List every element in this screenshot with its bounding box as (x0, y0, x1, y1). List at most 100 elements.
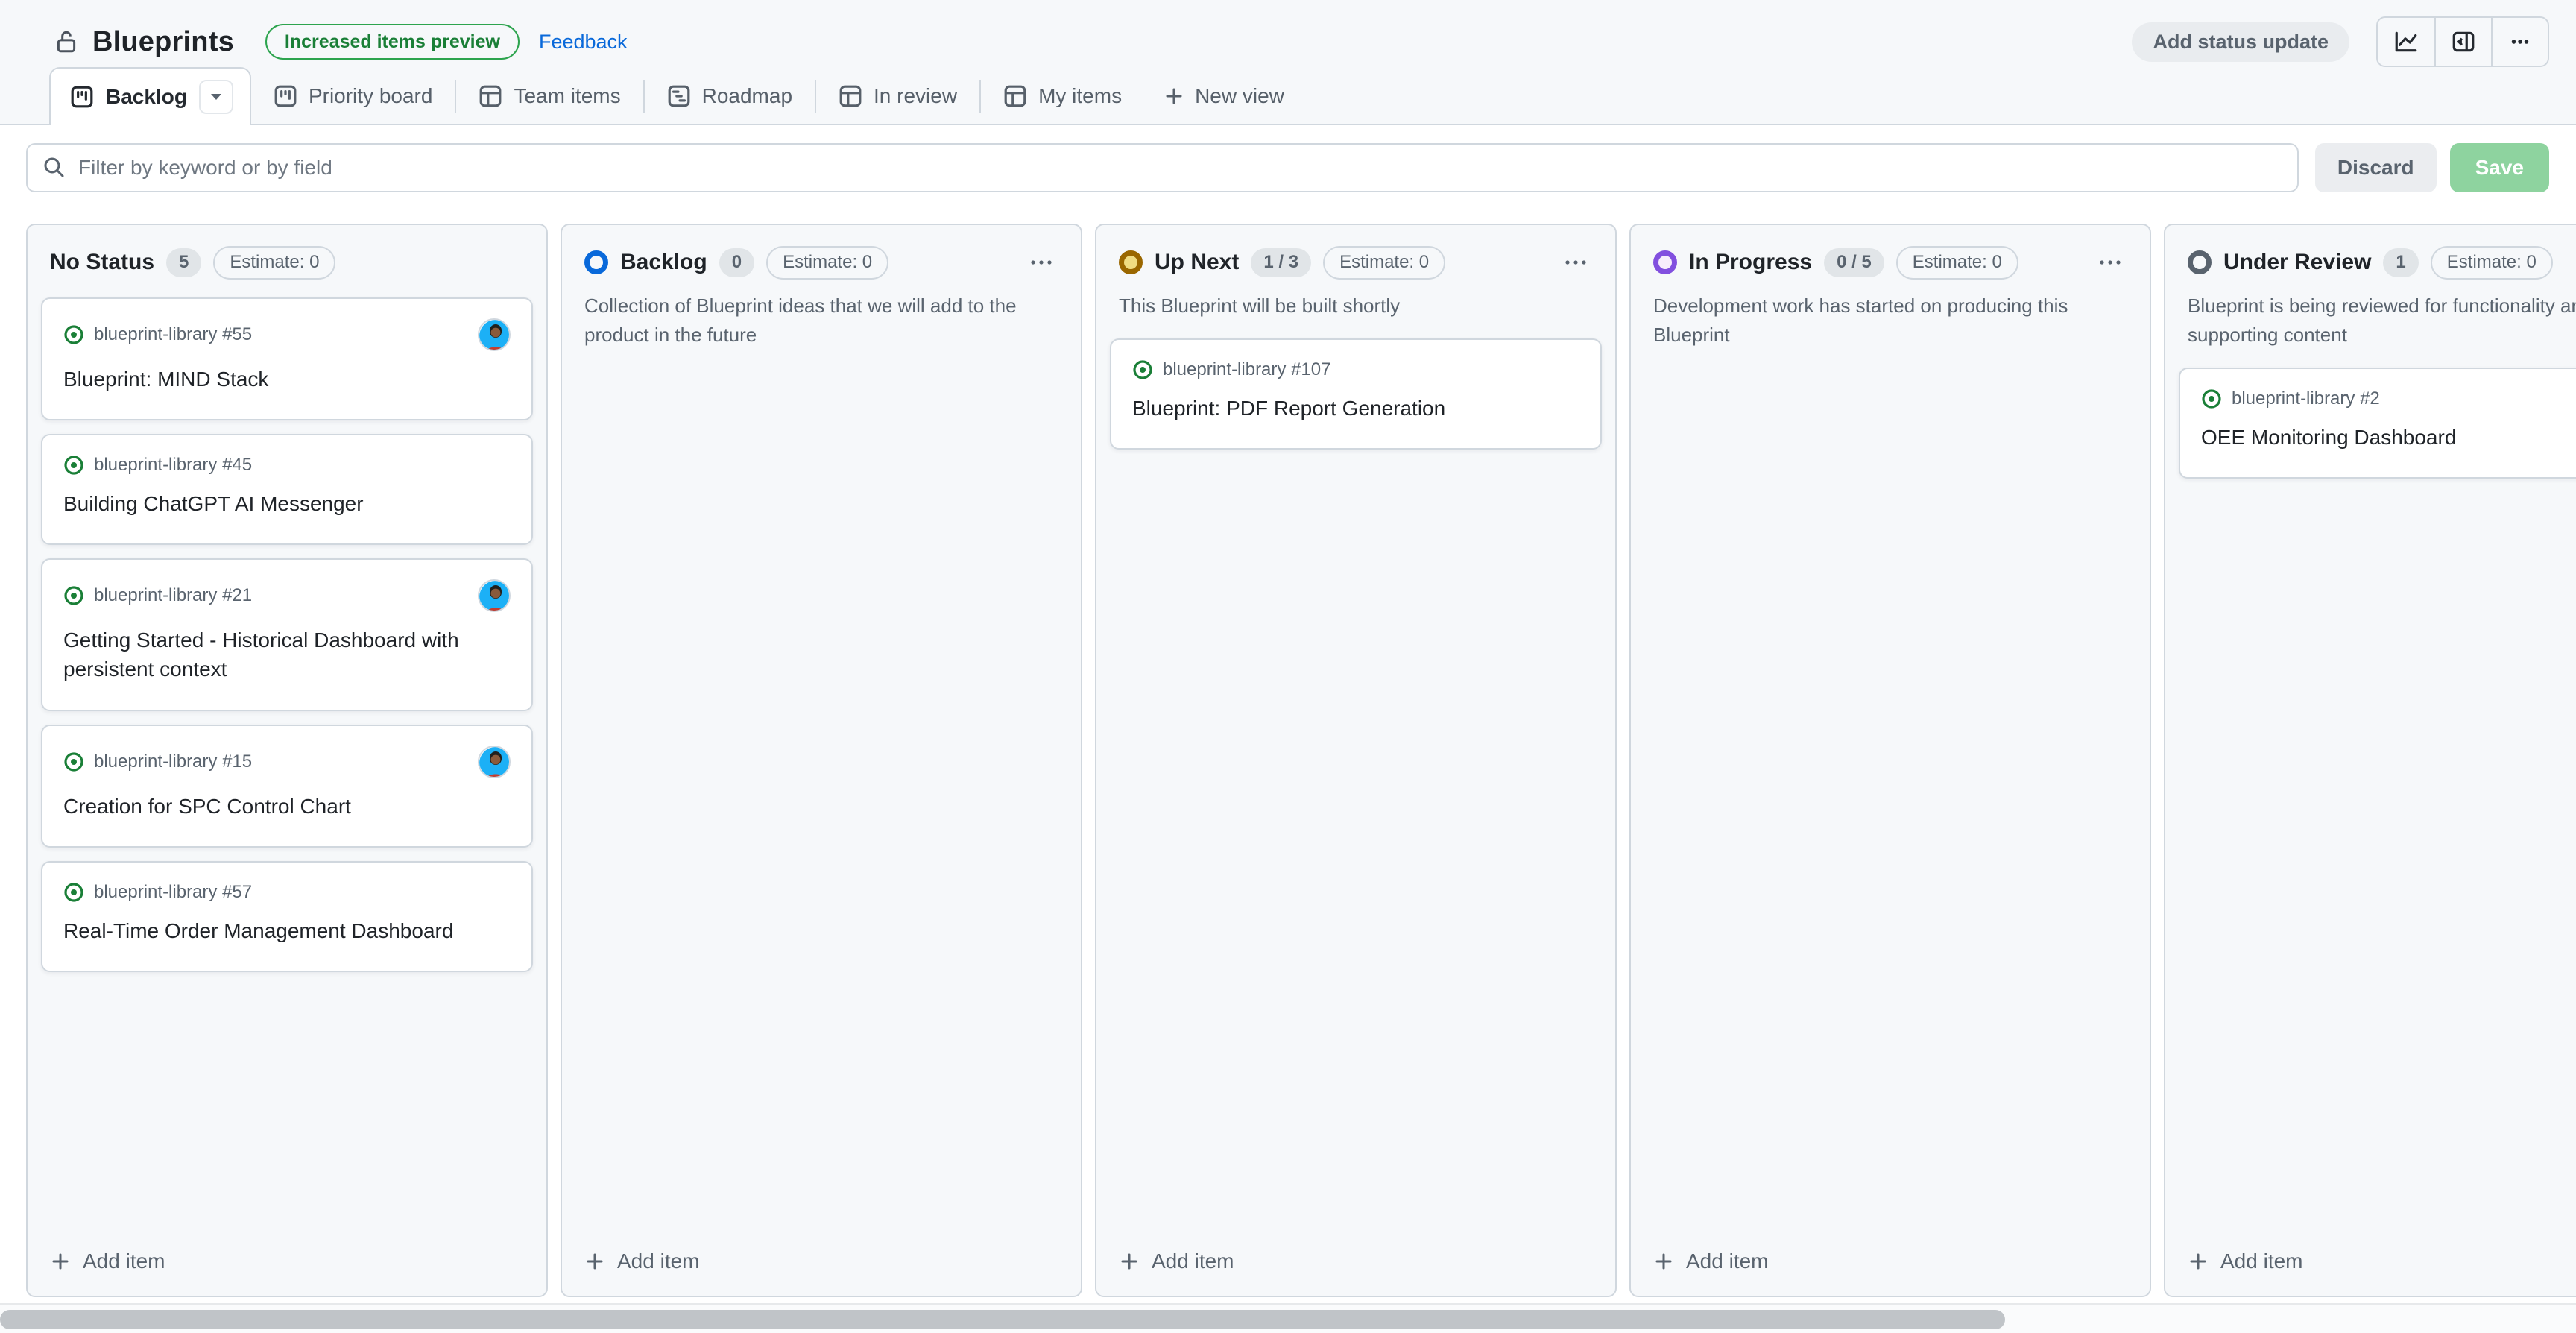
status-in-progress-icon (1653, 250, 1677, 274)
side-panel-button[interactable] (2434, 18, 2491, 66)
projects-board-page: Blueprints Increased items preview Feedb… (0, 0, 2576, 1333)
column-description: Development work has started on producin… (1653, 292, 2127, 350)
add-item-label: Add item (2220, 1250, 2303, 1273)
open-issue-icon (63, 882, 84, 903)
plus-icon (50, 1251, 71, 1272)
column-name: Backlog (620, 250, 707, 275)
card-repo-ref: blueprint-library #15 (94, 751, 252, 772)
project-board-icon (274, 84, 297, 108)
filter-bar: Discard Save (0, 125, 2576, 222)
feedback-link[interactable]: Feedback (539, 31, 628, 54)
column-name: Under Review (2223, 250, 2371, 275)
card-repo-ref: blueprint-library #2 (2232, 388, 2380, 409)
add-item-label: Add item (617, 1250, 700, 1273)
preview-badge: Increased items preview (265, 24, 520, 60)
open-issue-icon (63, 751, 84, 772)
save-button[interactable]: Save (2450, 143, 2549, 192)
plus-icon (1164, 86, 1184, 107)
column-up-next: Up Next 1 / 3 Estimate: 0 This Blueprint… (1095, 224, 1617, 1297)
card[interactable]: blueprint-library #45 Building ChatGPT A… (41, 434, 533, 545)
add-item-button[interactable]: Add item (1653, 1250, 1769, 1273)
column-no-status: No Status 5 Estimate: 0 blueprint-librar… (26, 224, 548, 1297)
project-header: Blueprints Increased items preview Feedb… (0, 0, 2576, 125)
view-options-button[interactable] (199, 80, 233, 114)
scrollbar-thumb[interactable] (0, 1310, 2005, 1329)
sidebar-expand-icon (2451, 29, 2476, 54)
tab-my-items[interactable]: My items (981, 67, 1144, 125)
filter-input[interactable] (26, 143, 2299, 192)
open-issue-icon (63, 455, 84, 476)
search-icon (42, 156, 66, 180)
column-estimate-badge: Estimate: 0 (1323, 246, 1445, 280)
status-under-review-icon (2188, 250, 2212, 274)
column-description: Collection of Blueprint ideas that we wi… (584, 292, 1058, 350)
project-board-icon (70, 85, 94, 109)
column-under-review: Under Review 1 Estimate: 0 Blueprint is … (2164, 224, 2576, 1297)
card-repo-ref: blueprint-library #21 (94, 585, 252, 606)
column-estimate-badge: Estimate: 0 (1896, 246, 2018, 280)
add-status-update-button[interactable]: Add status update (2132, 22, 2349, 62)
kanban-board: No Status 5 Estimate: 0 blueprint-librar… (0, 222, 2576, 1303)
add-item-button[interactable]: Add item (50, 1250, 165, 1273)
ellipsis-icon (2097, 258, 2123, 267)
tab-team-items[interactable]: Team items (456, 67, 643, 125)
card-list (562, 350, 1081, 1238)
card-list (1631, 350, 2150, 1238)
column-name: In Progress (1689, 250, 1812, 275)
tab-priority-board[interactable]: Priority board (251, 67, 455, 125)
column-backlog: Backlog 0 Estimate: 0 Collection of Blue… (561, 224, 1082, 1297)
plus-icon (584, 1251, 605, 1272)
column-count-badge: 1 / 3 (1251, 248, 1311, 277)
status-up-next-icon (1119, 250, 1143, 274)
avatar[interactable] (478, 318, 511, 351)
card[interactable]: blueprint-library #21 Getting Started - … (41, 558, 533, 710)
column-menu-button[interactable] (1559, 253, 1593, 271)
card-title: Real-Time Order Management Dashboard (63, 916, 511, 945)
column-name: No Status (50, 250, 154, 275)
card[interactable]: blueprint-library #2 OEE Monitoring Dash… (2179, 368, 2576, 479)
table-icon (1003, 84, 1027, 108)
avatar[interactable] (478, 579, 511, 612)
tab-priority-board-label: Priority board (309, 84, 433, 108)
add-item-button[interactable]: Add item (1119, 1250, 1234, 1273)
tab-in-review[interactable]: In review (816, 67, 979, 125)
plus-icon (1119, 1251, 1140, 1272)
new-view-button[interactable]: New view (1144, 67, 1304, 125)
add-item-label: Add item (1152, 1250, 1234, 1273)
card[interactable]: blueprint-library #15 Creation for SPC C… (41, 725, 533, 848)
status-backlog-icon (584, 250, 608, 274)
open-issue-icon (1132, 359, 1153, 380)
column-estimate-badge: Estimate: 0 (2431, 246, 2553, 280)
card[interactable]: blueprint-library #57 Real-Time Order Ma… (41, 861, 533, 972)
card-title: Getting Started - Historical Dashboard w… (63, 625, 511, 684)
tab-my-items-label: My items (1038, 84, 1122, 108)
horizontal-scrollbar[interactable] (0, 1303, 2576, 1333)
column-description: Blueprint is being reviewed for function… (2188, 292, 2576, 350)
column-menu-button[interactable] (1024, 253, 1058, 271)
search-box (26, 143, 2299, 192)
add-item-button[interactable]: Add item (2188, 1250, 2303, 1273)
tab-backlog[interactable]: Backlog (49, 67, 251, 125)
column-estimate-badge: Estimate: 0 (766, 246, 888, 280)
card-repo-ref: blueprint-library #45 (94, 455, 252, 476)
column-count-badge: 5 (166, 248, 201, 277)
add-item-label: Add item (1686, 1250, 1769, 1273)
tab-roadmap[interactable]: Roadmap (645, 67, 815, 125)
avatar[interactable] (478, 746, 511, 778)
add-item-button[interactable]: Add item (584, 1250, 700, 1273)
open-issue-icon (2201, 388, 2222, 409)
discard-button[interactable]: Discard (2315, 143, 2437, 192)
column-menu-button[interactable] (2093, 253, 2127, 271)
column-description: This Blueprint will be built shortly (1119, 292, 1593, 321)
insights-button[interactable] (2378, 18, 2434, 66)
table-icon (839, 84, 862, 108)
tab-in-review-label: In review (874, 84, 957, 108)
card[interactable]: blueprint-library #55 Blueprint: MIND St… (41, 297, 533, 420)
card-title: OEE Monitoring Dashboard (2201, 423, 2576, 452)
add-item-label: Add item (83, 1250, 165, 1273)
column-in-progress: In Progress 0 / 5 Estimate: 0 Developmen… (1629, 224, 2151, 1297)
column-name: Up Next (1155, 250, 1239, 275)
column-count-badge: 1 (2383, 248, 2418, 277)
card[interactable]: blueprint-library #107 Blueprint: PDF Re… (1110, 338, 1602, 450)
project-menu-button[interactable] (2491, 18, 2548, 66)
